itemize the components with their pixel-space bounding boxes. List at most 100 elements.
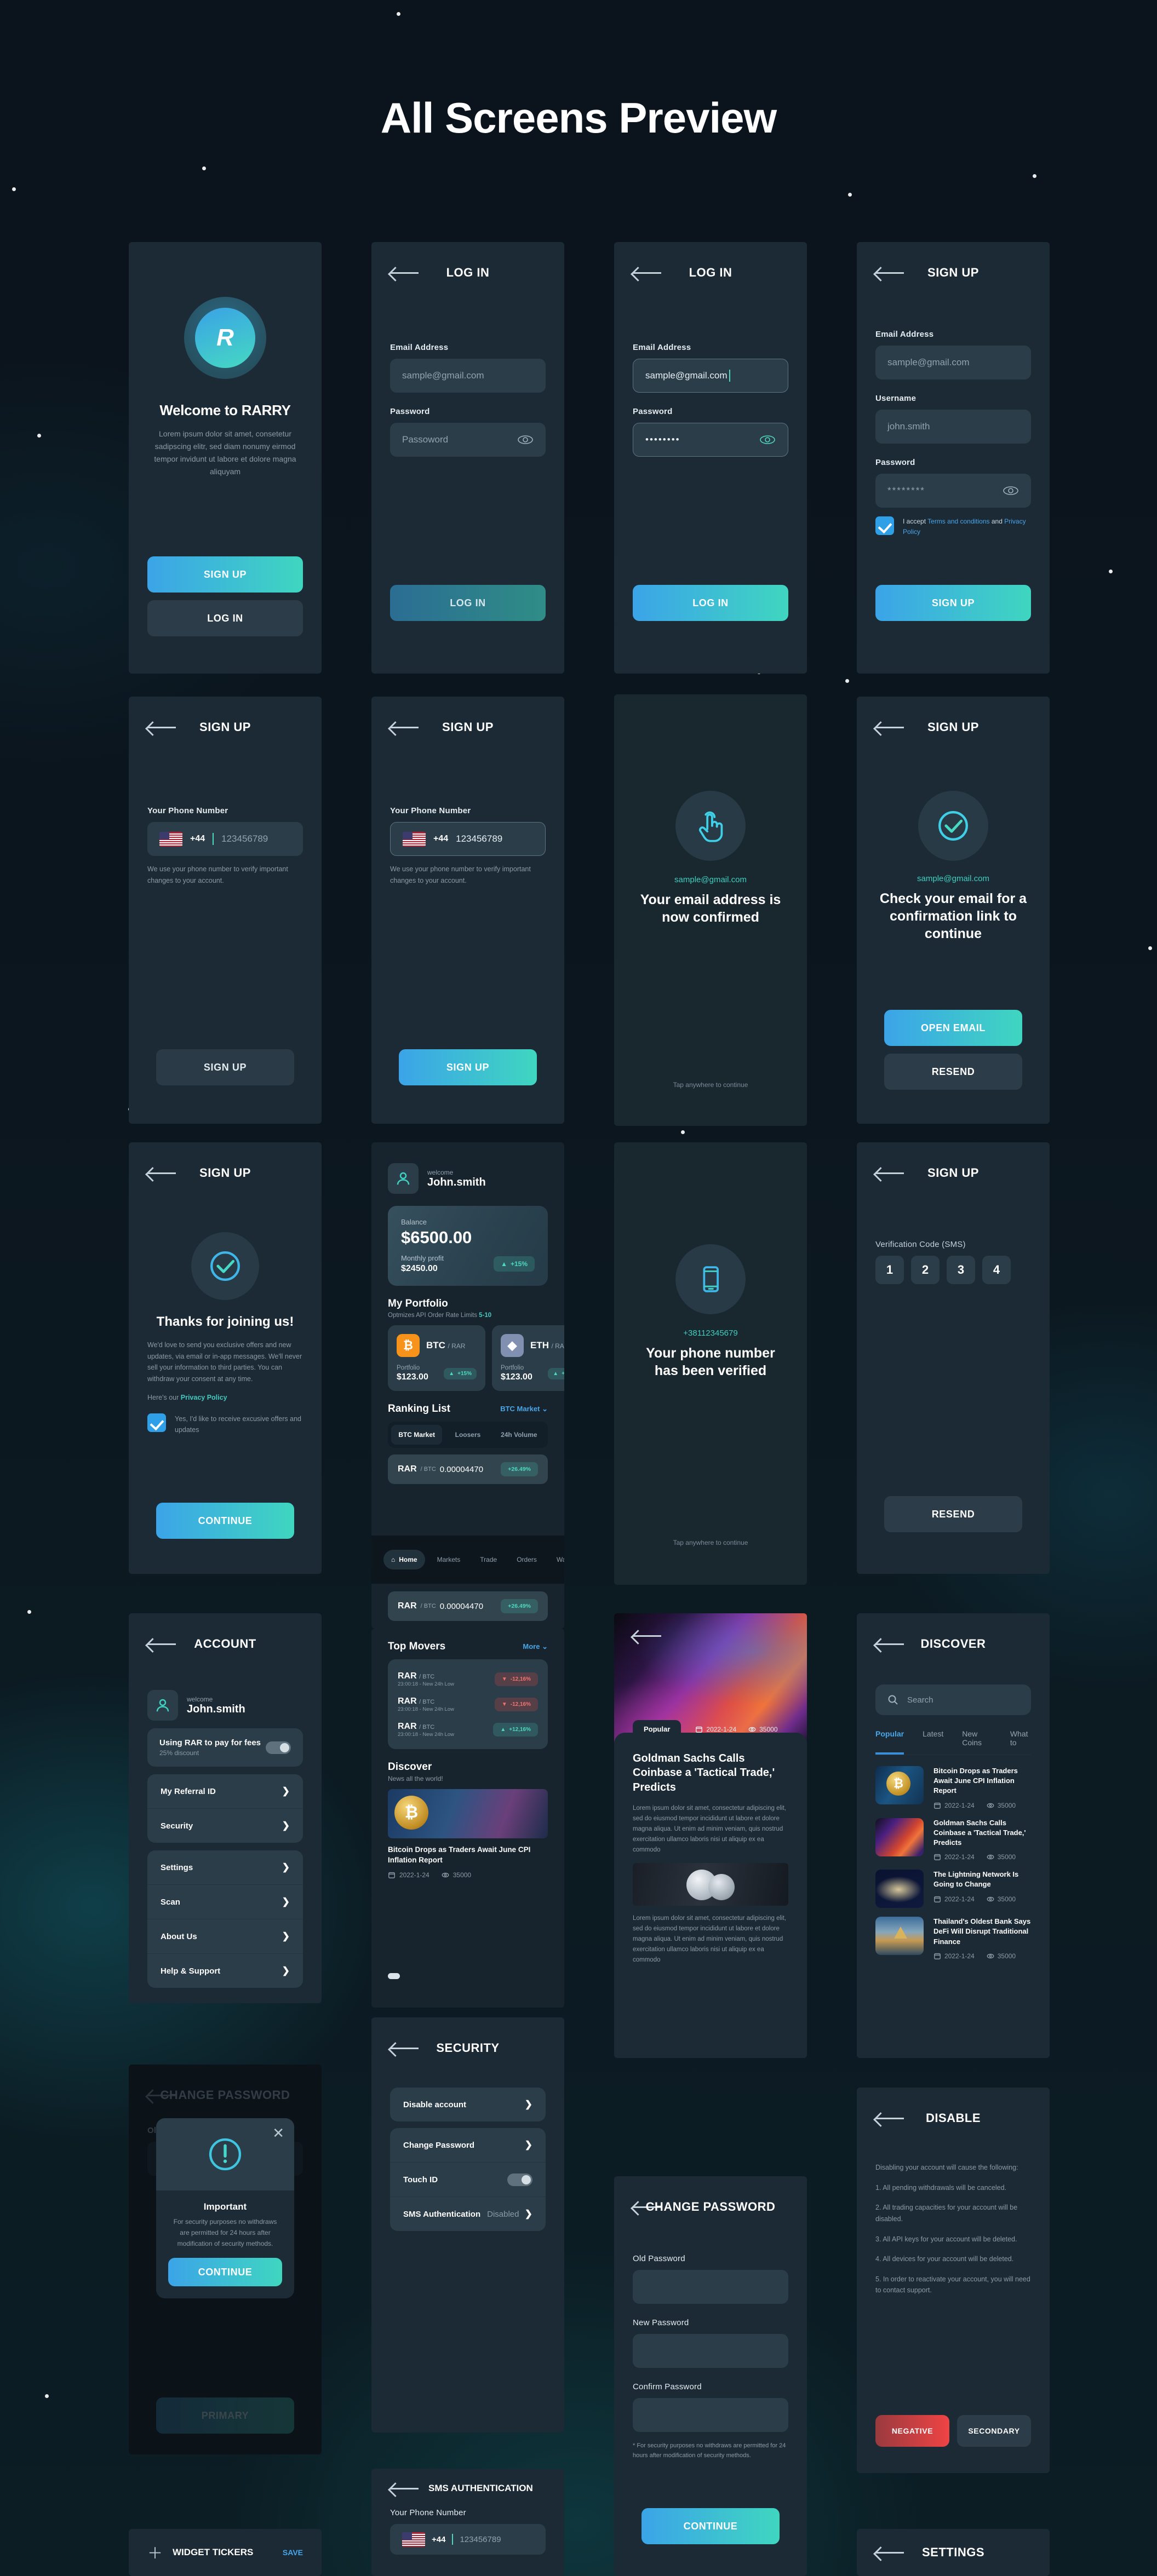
back-arrow-icon[interactable] [633,1630,661,1642]
avatar[interactable] [147,1690,178,1721]
new-password-input[interactable] [633,2334,788,2368]
username-input[interactable]: john.smith [875,410,1031,444]
balance-value: $6500.00 [401,1228,472,1247]
offers-consent-row[interactable]: Yes, I'd like to receive excusive offers… [147,1413,303,1436]
ranking-change-badge: +26.49% [501,1599,538,1613]
password-input[interactable]: ******** [875,474,1031,508]
discover-tab-what-to[interactable]: What to [1010,1729,1031,1755]
code-digit-2[interactable]: 2 [911,1256,940,1284]
secondary-button[interactable]: SECONDARY [957,2415,1031,2447]
portfolio-label: Portfolio [501,1365,524,1371]
movers-more-link[interactable]: More ⌄ [523,1642,548,1651]
mover-row[interactable]: RAR / BTC 23:00:18 - New 24h Low ▼ -12,16… [398,1693,538,1715]
discover-tab-new-coins[interactable]: New Coins [962,1729,992,1755]
old-password-input[interactable] [633,2270,788,2304]
code-digit-1[interactable]: 1 [875,1256,904,1284]
tab-wallet[interactable]: Wallet [549,1550,564,1569]
discover-tabs[interactable]: Popular Latest New Coins What to [875,1729,1031,1755]
email-input[interactable]: sample@gmail.com [633,359,788,393]
discover-tab-latest[interactable]: Latest [923,1729,943,1755]
tab-markets[interactable]: Markets [429,1550,468,1569]
tab-trade[interactable]: Trade [472,1550,505,1569]
account-item-scan[interactable]: Scan ❯ [147,1885,303,1919]
account-item-settings[interactable]: Settings ❯ [147,1850,303,1884]
discover-list-item[interactable]: Thailand's Oldest Bank Says DeFi Will Di… [875,1917,1031,1960]
eye-icon[interactable] [1003,486,1019,496]
password-input[interactable]: •••••••• [633,423,788,457]
phone-hint: We use your phone number to verify impor… [390,865,531,884]
ranking-row[interactable]: RAR / BTC 0.00004470 +26.49% [388,1454,548,1484]
plus-icon[interactable]: ＋ [147,2542,163,2563]
login-button[interactable]: LOG IN [147,600,303,636]
eye-icon[interactable] [759,435,776,445]
account-item-about[interactable]: About Us ❯ [147,1919,303,1953]
discover-hero-image[interactable]: ₿ [388,1789,548,1838]
signup-submit-button[interactable]: SIGN UP [875,585,1031,621]
negative-button[interactable]: NEGATIVE [875,2415,949,2447]
portfolio-change-value: +15% [562,1370,564,1377]
security-item-touch-id[interactable]: Touch ID [390,2163,546,2196]
search-input[interactable]: Search [875,1684,1031,1715]
save-button[interactable]: SAVE [283,2548,303,2557]
discover-list-item[interactable]: ₿ Bitcoin Drops as Traders Await June CP… [875,1766,1031,1809]
ranking-tabs[interactable]: BTC Market Loosers 24h Volume [388,1422,548,1448]
close-icon[interactable]: ✕ [272,2125,284,2142]
discover-list-item[interactable]: Goldman Sachs Calls Coinbase a 'Tactical… [875,1818,1031,1861]
phone-input[interactable]: +44 123456789 [390,822,546,856]
bottom-tab-bar[interactable]: ⌂Home Markets Trade Orders Wallet [371,1536,564,1584]
phone-input[interactable]: +44 123456789 [147,822,303,856]
security-item-sms-auth[interactable]: SMS Authentication Disabled ❯ [390,2197,546,2231]
portfolio-change-badge: ▲+15% [548,1367,564,1379]
discover-tab-popular[interactable]: Popular [875,1729,904,1755]
portfolio-card[interactable]: ₿ BTC / RAR Portfolio $123.00 ▲ +15% [388,1325,485,1391]
terms-link[interactable]: Terms and conditions [927,518,989,525]
security-item-change-password[interactable]: Change Password ❯ [390,2128,546,2162]
confirm-password-input[interactable] [633,2398,788,2432]
code-digit-3[interactable]: 3 [947,1256,975,1284]
portfolio-card[interactable]: ◆ ETH / RAR Portfolio $123.00 ▲+15% [492,1325,564,1391]
modal-continue-button[interactable]: CONTINUE [168,2258,282,2287]
login-submit-button[interactable]: LOG IN [633,585,788,621]
touch-id-toggle[interactable] [507,2173,532,2186]
resend-button[interactable]: RESEND [884,1496,1022,1532]
continue-button[interactable]: CONTINUE [641,2508,780,2544]
important-modal: ✕ Important For security purposes no wit… [156,2118,294,2299]
open-email-button[interactable]: OPEN EMAIL [884,1010,1022,1046]
security-item-disable-account[interactable]: Disable account ❯ [390,2088,546,2121]
offers-checkbox[interactable] [147,1413,166,1432]
discover-headline[interactable]: Bitcoin Drops as Traders Await June CPI … [388,1845,548,1866]
password-input[interactable]: Passoword [390,423,546,457]
back-arrow-icon[interactable] [390,2482,419,2494]
ranking-tab-btc[interactable]: BTC Market [391,1425,443,1445]
phone-input[interactable]: +44 123456789 [390,2524,546,2555]
ranking-tab-loosers[interactable]: Loosers [442,1425,493,1445]
email-input[interactable]: sample@gmail.com [875,346,1031,380]
login-submit-button[interactable]: LOG IN [390,585,546,621]
discover-list-item[interactable]: The Lightning Network Is Going to Change… [875,1870,1031,1908]
signup-submit-button[interactable]: SIGN UP [399,1049,537,1085]
signup-button[interactable]: SIGN UP [147,556,303,593]
ranking-row[interactable]: RAR / BTC 0.00004470 +26.49% [388,1591,548,1621]
mover-row[interactable]: RAR / BTC 23:00:18 - New 24h Low ▲ +12,16… [398,1718,538,1740]
account-item-security[interactable]: Security ❯ [147,1809,303,1843]
signup-submit-button[interactable]: SIGN UP [156,1049,294,1085]
eye-icon[interactable] [517,435,534,445]
email-input[interactable]: sample@gmail.com [390,359,546,393]
terms-consent-row[interactable]: I accept Terms and conditions and Privac… [875,516,1031,537]
ranking-filter-dropdown[interactable]: BTC Market ⌄ [500,1405,548,1413]
tab-orders[interactable]: Orders [509,1550,545,1569]
resend-button[interactable]: RESEND [884,1054,1022,1090]
code-digit-4[interactable]: 4 [982,1256,1011,1284]
fee-toggle[interactable] [266,1741,291,1754]
tab-home[interactable]: ⌂ Home [383,1550,425,1569]
account-item-help[interactable]: Help & Support ❯ [147,1954,303,1988]
account-item-referral[interactable]: My Referral ID ❯ [147,1774,303,1808]
article-body-2: Lorem ipsum dolor sit amet, consectetur … [633,1915,786,1963]
privacy-policy-link[interactable]: Privacy Policy [181,1394,227,1401]
mover-change-value: +12,16% [509,1726,531,1733]
avatar[interactable] [388,1163,419,1194]
terms-checkbox[interactable] [875,516,894,535]
continue-button[interactable]: CONTINUE [156,1503,294,1539]
ranking-tab-volume[interactable]: 24h Volume [494,1425,545,1445]
mover-row[interactable]: RAR / BTC 23:00:18 - New 24h Low ▼ -12,16… [398,1668,538,1690]
